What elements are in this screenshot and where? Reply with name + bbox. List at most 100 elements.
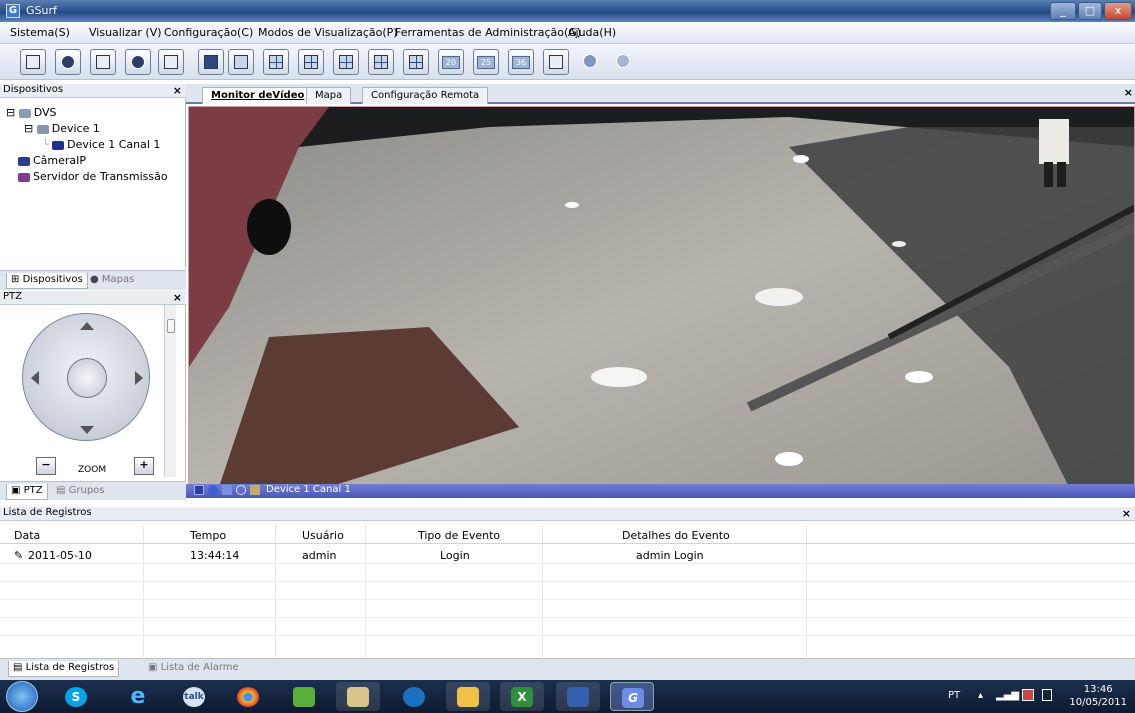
tray-up-icon[interactable]: ▴ xyxy=(978,690,983,701)
tab-lista-registros[interactable]: ▤ Lista de Registros xyxy=(8,661,120,677)
taskbar-ie[interactable]: e xyxy=(116,682,160,711)
column-header-detalhes[interactable]: Detalhes do Evento xyxy=(622,529,730,542)
maximize-button[interactable]: □ xyxy=(1078,2,1102,20)
layout-4-button[interactable] xyxy=(263,49,289,75)
taskbar-media[interactable] xyxy=(392,682,436,711)
taskbar-skype[interactable]: S xyxy=(54,682,98,711)
device-tree-button[interactable] xyxy=(20,49,46,75)
taskbar-chrome[interactable] xyxy=(226,682,270,711)
tree-item-device1[interactable]: ⊟ Device 1 xyxy=(24,122,100,135)
tab-dispositivos[interactable]: ⊞ Dispositivos xyxy=(6,273,88,289)
cell-tempo: 13:44:14 xyxy=(190,549,240,562)
log-tabstrip: ▤ Lista de Registros ▣ Lista de Alarme xyxy=(0,658,1135,680)
tree-item-channel1[interactable]: └ Device 1 Canal 1 xyxy=(42,138,160,151)
taskbar-gsurf[interactable]: G xyxy=(610,682,654,711)
menu-modos-visualizacao[interactable]: Modos de Visualização(P) xyxy=(258,26,398,39)
globe-icon: ● xyxy=(90,274,99,285)
audio-icon[interactable] xyxy=(236,485,246,495)
edit-icon: ✎ xyxy=(14,549,24,562)
taskbar-excel[interactable]: X xyxy=(500,682,544,711)
clock-date: 10/05/2011 xyxy=(1069,697,1127,708)
tree-item-cameraip[interactable]: CâmeraIP xyxy=(18,154,86,167)
tab-grupos[interactable]: ▤ Grupos xyxy=(52,484,109,500)
column-header-tipo[interactable]: Tipo de Evento xyxy=(418,529,500,542)
start-button[interactable] xyxy=(6,681,38,712)
taskbar-messenger[interactable] xyxy=(282,682,326,711)
tab-ptz[interactable]: ▣ PTZ xyxy=(6,484,48,500)
ptz-right-icon[interactable] xyxy=(135,371,143,385)
ptz-direction-pad[interactable] xyxy=(22,313,150,441)
ptz-scrollbar[interactable] xyxy=(164,305,176,477)
system-clock[interactable]: 13:46 10/05/2011 xyxy=(1069,683,1127,709)
menu-sistema[interactable]: Sistema(S) xyxy=(10,26,70,39)
tab-configuracao-remota[interactable]: Configuração Remota xyxy=(362,87,489,104)
column-header-tempo[interactable]: Tempo xyxy=(190,529,226,542)
cell-tipo: Login xyxy=(440,549,470,562)
tab-monitor-video[interactable]: Monitor deVídeo xyxy=(202,87,314,104)
layout-36-button[interactable]: 36 xyxy=(508,49,534,75)
close-icon[interactable]: × xyxy=(1122,507,1131,520)
tree-item-servidor[interactable]: Servidor de Transmissão xyxy=(18,170,168,183)
close-icon[interactable]: × xyxy=(173,84,182,97)
layout-25-button[interactable]: 25 xyxy=(473,49,499,75)
layout-20-button[interactable]: 20 xyxy=(438,49,464,75)
tab-mapa[interactable]: Mapa xyxy=(306,87,352,104)
camera-video-feed[interactable] xyxy=(188,106,1135,486)
help-button[interactable] xyxy=(611,49,637,75)
layout-16-button[interactable] xyxy=(403,49,429,75)
tree-item-dvs[interactable]: ⊟ DVS xyxy=(6,106,57,119)
close-icon[interactable]: × xyxy=(173,291,182,304)
log-table: Data Tempo Usuário Tipo de Evento Detalh… xyxy=(0,521,1135,658)
log-icon: ▤ xyxy=(13,662,23,673)
language-indicator[interactable]: PT xyxy=(948,690,960,701)
toolbar: 20 25 36 xyxy=(0,44,1135,80)
snapshot-icon[interactable] xyxy=(222,485,232,495)
ptz-down-icon[interactable] xyxy=(80,426,94,434)
action-center-icon[interactable] xyxy=(1022,689,1034,701)
menu-configuracao[interactable]: Configuração(C) xyxy=(164,26,253,39)
close-icon[interactable]: × xyxy=(1124,86,1133,99)
taskbar-notes[interactable] xyxy=(556,682,600,711)
ie-icon: e xyxy=(130,684,146,709)
user-button[interactable] xyxy=(578,49,604,75)
taskbar-gtalk[interactable]: talk xyxy=(172,682,216,711)
ptz-left-icon[interactable] xyxy=(31,371,39,385)
taskbar-folder[interactable] xyxy=(446,682,490,711)
layout-6-button[interactable] xyxy=(298,49,324,75)
close-button[interactable]: x xyxy=(1104,2,1132,20)
ptz-center-icon[interactable] xyxy=(67,358,107,398)
minimize-button[interactable]: _ xyxy=(1050,2,1076,20)
media-icon xyxy=(403,687,425,707)
app-icon: G xyxy=(6,4,20,18)
device-tree: ⊟ DVS ⊟ Device 1 └ Device 1 Canal 1 Câme… xyxy=(0,98,186,268)
cell-detalhes: admin Login xyxy=(636,549,704,562)
taskbar-explorer[interactable] xyxy=(336,682,380,711)
zoom-out-button[interactable]: − xyxy=(36,457,56,475)
zoom-in-button[interactable]: + xyxy=(134,457,154,475)
monitor-button[interactable] xyxy=(90,49,116,75)
talk-icon[interactable] xyxy=(250,485,260,495)
power-icon[interactable] xyxy=(1042,689,1052,701)
ptz-up-icon[interactable] xyxy=(80,322,94,330)
network-icon[interactable]: ▂▄▆ xyxy=(996,690,1019,701)
tab-mapas[interactable]: ● Mapas xyxy=(86,273,138,289)
record-icon[interactable] xyxy=(208,485,218,495)
menu-visualizar[interactable]: Visualizar (V) xyxy=(89,26,162,39)
camera-scene xyxy=(189,107,1134,485)
layout-9-button[interactable] xyxy=(368,49,394,75)
alarm-button[interactable] xyxy=(198,49,224,75)
menu-ajuda[interactable]: Ajuda(H) xyxy=(568,26,616,39)
ptz-button[interactable] xyxy=(125,49,151,75)
column-header-data[interactable]: Data xyxy=(14,529,40,542)
tab-lista-alarme[interactable]: ▣ Lista de Alarme xyxy=(144,661,243,677)
video-status-bar: Device 1 Canal 1 xyxy=(186,484,1135,498)
menu-ferramentas[interactable]: Ferramentas de Administração(G) xyxy=(395,26,581,39)
config-button[interactable] xyxy=(158,49,184,75)
channel-icon[interactable] xyxy=(194,485,204,495)
screenshot-button[interactable] xyxy=(543,49,569,75)
globe-button[interactable] xyxy=(55,49,81,75)
column-header-usuario[interactable]: Usuário xyxy=(302,529,344,542)
layout-8-button[interactable] xyxy=(333,49,359,75)
layout-1-button[interactable] xyxy=(228,49,254,75)
skype-icon: S xyxy=(65,687,87,707)
